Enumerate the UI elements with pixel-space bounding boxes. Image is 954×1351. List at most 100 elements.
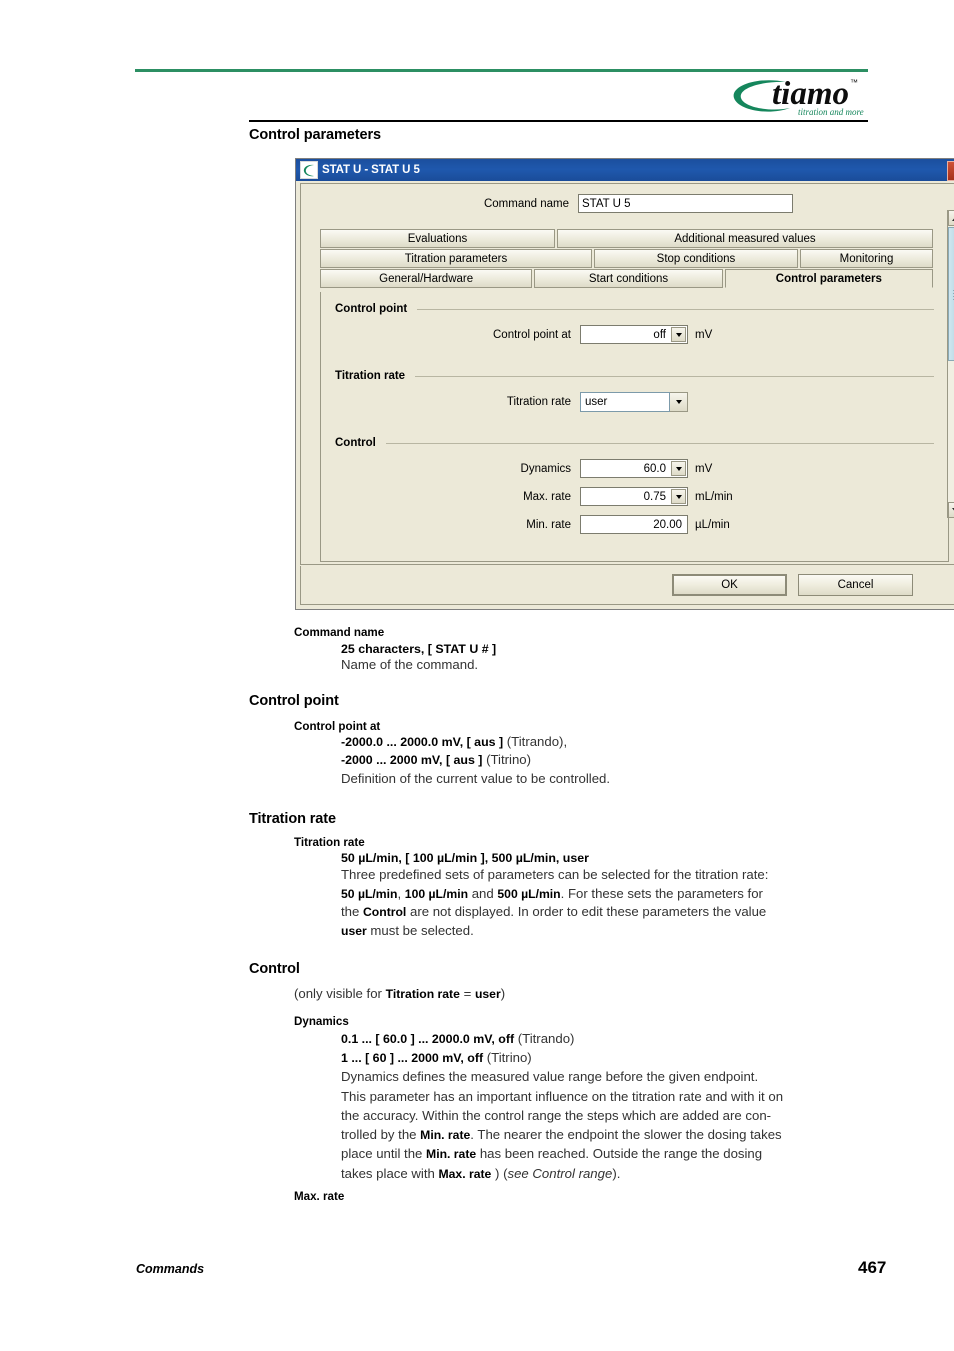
dialog-body: Command name STAT U 5 Evaluations Additi… bbox=[300, 183, 954, 565]
dialog-titlebar: STAT U - STAT U 5 ✕ bbox=[296, 159, 954, 181]
chevron-down-icon[interactable] bbox=[671, 489, 686, 504]
field-dynamics: Dynamics 60.0 mV bbox=[335, 459, 934, 478]
dyn-desc-l1: Dynamics defines the measured value rang… bbox=[341, 1069, 759, 1084]
chevron-down-icon[interactable] bbox=[671, 461, 686, 476]
range1-control-point-at: -2000.0 ... 2000.0 mV, [ aus ] (Titrando… bbox=[341, 733, 567, 752]
tab-row-2: Titration parameters Stop conditions Mon… bbox=[320, 249, 933, 268]
range2-control-point-at: -2000 ... 2000 mV, [ aus ] (Titrino) bbox=[341, 751, 531, 770]
ref-max-rate: Max. rate bbox=[438, 1167, 492, 1181]
note-user: user bbox=[474, 987, 501, 1001]
control-visibility-note: (only visible for Titration rate = user) bbox=[294, 985, 505, 1004]
desc-titration-rate-l3: the Control are not displayed. In order … bbox=[341, 903, 766, 922]
tail4: must be selected. bbox=[366, 923, 474, 938]
cancel-button[interactable]: Cancel bbox=[798, 574, 913, 596]
dialog-title: STAT U - STAT U 5 bbox=[322, 164, 420, 176]
tab-stop-conditions[interactable]: Stop conditions bbox=[594, 249, 798, 268]
ref-min-rate: Min. rate bbox=[426, 1147, 477, 1161]
tab-row-1: Evaluations Additional measured values bbox=[320, 229, 933, 248]
max-rate-spin[interactable]: 0.75 bbox=[580, 487, 688, 506]
note-titration-rate: Titration rate bbox=[385, 987, 460, 1001]
dynamics-value: 60.0 bbox=[643, 462, 666, 475]
ref-control: Control bbox=[363, 905, 407, 919]
rate-500: 500 µL/min bbox=[497, 887, 561, 901]
lead3: the bbox=[341, 904, 363, 919]
rate-100: 100 µL/min bbox=[404, 887, 469, 901]
tiamo-logo: tiamo ™ titration and more bbox=[728, 72, 870, 120]
group-control-title: Control bbox=[335, 437, 376, 449]
close-icon[interactable]: ✕ bbox=[947, 161, 954, 181]
heading-control-point: Control point bbox=[249, 693, 339, 709]
l4a: trolled by the bbox=[341, 1127, 421, 1142]
chevron-down-icon[interactable] bbox=[671, 327, 686, 342]
l6a: takes place with bbox=[341, 1166, 439, 1181]
control-point-at-value: off bbox=[653, 328, 666, 341]
dyn-desc-l5: place until the Min. rate has been reach… bbox=[341, 1145, 762, 1164]
tab-additional-measured-values[interactable]: Additional measured values bbox=[557, 229, 933, 248]
min-rate-input[interactable]: 20.00 bbox=[580, 515, 688, 534]
range2-dynamics: 1 ... [ 60 ] ... 2000 mV, off (Titrino) bbox=[341, 1049, 532, 1068]
range1-bold: -2000.0 ... 2000.0 mV, [ aus ] bbox=[341, 735, 504, 749]
tab-control-parameters[interactable]: Control parameters bbox=[724, 269, 933, 288]
tail2: . For these sets the parameters for bbox=[560, 886, 763, 901]
dynamics-label: Dynamics bbox=[520, 462, 571, 475]
group-control: Control Dynamics 60.0 mV Max. rate 0.75 bbox=[335, 436, 934, 534]
footer-page-number: 467 bbox=[858, 1258, 887, 1277]
ok-button[interactable]: OK bbox=[672, 574, 787, 596]
svg-text:titration and more: titration and more bbox=[798, 107, 864, 117]
group-titration-rate-title: Titration rate bbox=[335, 370, 406, 382]
range1-dynamics: 0.1 ... [ 60.0 ] ... 2000.0 mV, off (Tit… bbox=[341, 1030, 574, 1049]
tab-titration-parameters[interactable]: Titration parameters bbox=[320, 249, 592, 268]
l6e: ). bbox=[612, 1166, 621, 1181]
dyn-range2-bold: 1 ... [ 60 ] ... 2000 mV, off bbox=[341, 1051, 484, 1065]
max-rate-unit: mL/min bbox=[695, 490, 733, 503]
min-rate-unit: µL/min bbox=[695, 518, 730, 531]
command-name-input[interactable]: STAT U 5 bbox=[578, 194, 793, 213]
field-control-point-at: Control point at off mV bbox=[335, 325, 934, 344]
l5c: has been reached. Outside the range the … bbox=[476, 1146, 763, 1161]
sep1: , bbox=[397, 886, 405, 901]
group-control-point-title: Control point bbox=[335, 303, 408, 315]
sep2: and bbox=[468, 886, 498, 901]
group-control-header: Control bbox=[335, 436, 934, 450]
desc-command-name: Name of the command. bbox=[341, 657, 479, 672]
group-divider bbox=[415, 375, 934, 377]
range1-plain: (Titrando), bbox=[503, 734, 568, 749]
l6c: ) ( bbox=[491, 1166, 508, 1181]
dynamics-unit: mV bbox=[695, 462, 713, 475]
dyn-range1-plain: (Titrando) bbox=[514, 1031, 575, 1046]
group-titration-rate: Titration rate Titration rate user bbox=[335, 369, 934, 412]
control-point-at-unit: mV bbox=[695, 328, 713, 341]
footer-chapter: Commands bbox=[136, 1262, 205, 1276]
group-divider bbox=[417, 308, 934, 310]
page-title: Control parameters bbox=[249, 127, 381, 143]
heading-titration-rate: Titration rate bbox=[249, 811, 336, 827]
group-titration-rate-header: Titration rate bbox=[335, 369, 934, 383]
range2-plain: (Titrino) bbox=[482, 752, 532, 767]
tab-start-conditions[interactable]: Start conditions bbox=[534, 269, 723, 288]
dynamics-spin[interactable]: 60.0 bbox=[580, 459, 688, 478]
chevron-down-icon[interactable] bbox=[670, 392, 688, 412]
control-parameters-panel: Control point Control point at off mV Ti… bbox=[320, 292, 949, 562]
tab-evaluations[interactable]: Evaluations bbox=[320, 229, 555, 248]
svg-text:™: ™ bbox=[850, 78, 858, 87]
command-name-row: Command name STAT U 5 bbox=[301, 194, 954, 213]
dialog-vertical-scrollbar[interactable] bbox=[947, 210, 954, 518]
tail3: are not displayed. In order to edit thes… bbox=[406, 904, 767, 919]
titration-rate-combo[interactable]: user bbox=[580, 392, 688, 412]
group-divider bbox=[385, 442, 934, 444]
scroll-down-icon[interactable] bbox=[948, 502, 954, 518]
dyn-range1-bold: 0.1 ... [ 60.0 ] ... 2000.0 mV, off bbox=[341, 1032, 515, 1046]
ref-min-rate: Min. rate bbox=[420, 1128, 471, 1142]
stat-u-dialog: STAT U - STAT U 5 ✕ Command name STAT U … bbox=[295, 158, 954, 610]
note-e: ) bbox=[500, 986, 506, 1001]
scroll-up-icon[interactable] bbox=[948, 210, 954, 226]
tab-monitoring[interactable]: Monitoring bbox=[800, 249, 933, 268]
heading-control: Control bbox=[249, 961, 300, 977]
note-eq: = bbox=[459, 986, 475, 1001]
desc-titration-rate-l4: user must be selected. bbox=[341, 922, 474, 941]
group-control-point-header: Control point bbox=[335, 302, 934, 316]
scrollbar-thumb[interactable] bbox=[948, 227, 954, 361]
control-point-at-spin[interactable]: off bbox=[580, 325, 688, 344]
command-name-label: Command name bbox=[483, 197, 569, 210]
tab-general-hardware[interactable]: General/Hardware bbox=[320, 269, 533, 288]
